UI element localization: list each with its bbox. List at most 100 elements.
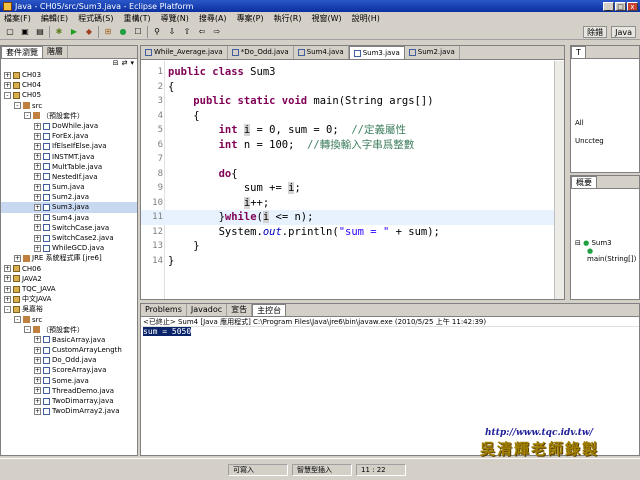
console-tab[interactable]: 宣告 — [227, 304, 253, 316]
tree-item[interactable]: + Sum4.java — [1, 213, 137, 223]
tab-task-list[interactable]: T — [571, 46, 586, 58]
expand-toggle-icon[interactable]: + — [4, 275, 11, 283]
tree-item[interactable]: + JAVA2 — [1, 274, 137, 284]
expand-toggle-icon[interactable]: + — [4, 295, 11, 303]
code-area[interactable]: 1 public class Sum3 2{3 public static void… — [141, 61, 554, 299]
editor-tab[interactable]: While_Average.java — [141, 46, 228, 59]
expand-toggle-icon[interactable]: + — [34, 336, 41, 344]
expand-toggle-icon[interactable]: + — [34, 387, 41, 395]
tab-hierarchy[interactable]: 階層 — [43, 46, 68, 58]
menu-item-3[interactable]: 重構(T) — [123, 13, 150, 24]
tree-item[interactable]: + ForEx.java — [1, 131, 137, 141]
expand-toggle-icon[interactable]: + — [4, 71, 11, 79]
expand-toggle-icon[interactable]: + — [34, 204, 41, 212]
minimize-button[interactable]: _ — [603, 1, 614, 11]
new-class-icon[interactable]: ● — [117, 26, 129, 38]
expand-toggle-icon[interactable]: - — [4, 305, 11, 313]
menu-item-7[interactable]: 執行(R) — [274, 13, 302, 24]
console-tab[interactable]: Javadoc — [187, 304, 228, 316]
external-tools-icon[interactable]: ◆ — [83, 26, 95, 38]
editor-tab[interactable]: Sum4.java — [294, 46, 349, 59]
tree-item[interactable]: + CH06 — [1, 264, 137, 274]
expand-toggle-icon[interactable]: + — [34, 377, 41, 385]
expand-toggle-icon[interactable]: + — [14, 254, 21, 262]
maximize-button[interactable]: □ — [615, 1, 626, 11]
expand-toggle-icon[interactable]: + — [34, 183, 41, 191]
open-type-icon[interactable]: ☐ — [132, 26, 144, 38]
tree-item[interactable]: + Do_Odd.java — [1, 355, 137, 365]
expand-toggle-icon[interactable]: - — [4, 91, 11, 99]
tree-item[interactable]: + Sum3.java — [1, 202, 137, 213]
outline-method[interactable]: ● main(String[]) — [575, 247, 639, 263]
view-menu-icon[interactable]: ▾ — [130, 59, 134, 69]
tree-item[interactable]: + DoWhile.java — [1, 121, 137, 131]
expand-toggle-icon[interactable]: + — [34, 367, 41, 375]
tree-item[interactable]: - src — [1, 315, 137, 325]
menu-item-2[interactable]: 程式碼(S) — [78, 13, 113, 24]
expand-toggle-icon[interactable]: + — [34, 153, 41, 161]
expand-toggle-icon[interactable]: + — [4, 285, 11, 293]
tab-outline[interactable]: 概要 — [571, 176, 597, 188]
menu-item-8[interactable]: 視窗(W) — [311, 13, 341, 24]
debug-icon[interactable]: ✱ — [53, 26, 65, 38]
filter-all[interactable]: All — [575, 119, 639, 127]
tree-item[interactable]: + CH04 — [1, 80, 137, 90]
expand-toggle-icon[interactable]: + — [34, 214, 41, 222]
tree-item[interactable]: - CH05 — [1, 90, 137, 100]
expand-toggle-icon[interactable]: + — [34, 173, 41, 181]
tree-item[interactable]: - （預設套件） — [1, 325, 137, 335]
expand-toggle-icon[interactable]: + — [4, 81, 11, 89]
close-button[interactable]: x — [627, 1, 638, 11]
menu-item-9[interactable]: 說明(H) — [352, 13, 380, 24]
tree-item[interactable]: + SwitchCase.java — [1, 223, 137, 233]
new-icon[interactable]: ▢ — [4, 26, 16, 38]
expand-toggle-icon[interactable]: - — [24, 112, 31, 120]
tree-item[interactable]: + TwoDimarray.java — [1, 396, 137, 406]
tree-item[interactable]: + CH03 — [1, 70, 137, 80]
tree-item[interactable]: + BasicArray.java — [1, 335, 137, 345]
menu-item-0[interactable]: 檔案(F) — [4, 13, 31, 24]
tree-item[interactable]: + ScoreArray.java — [1, 365, 137, 375]
menu-item-4[interactable]: 導覽(N) — [161, 13, 189, 24]
tree-item[interactable]: - src — [1, 101, 137, 111]
back-icon[interactable]: ⇦ — [196, 26, 208, 38]
expand-toggle-icon[interactable]: - — [14, 102, 21, 110]
expand-toggle-icon[interactable]: + — [34, 224, 41, 232]
editor-tab[interactable]: *Do_Odd.java — [228, 46, 294, 59]
next-annotation-icon[interactable]: ⇩ — [166, 26, 178, 38]
expand-toggle-icon[interactable]: + — [4, 265, 11, 273]
perspective-debug[interactable]: 除錯 — [583, 26, 608, 38]
editor-tab[interactable]: Sum3.java — [348, 46, 405, 59]
print-icon[interactable]: ▤ — [34, 26, 46, 38]
expand-toggle-icon[interactable]: + — [34, 356, 41, 364]
tree-item[interactable]: + TQC_JAVA — [1, 284, 137, 294]
expand-toggle-icon[interactable]: + — [34, 163, 41, 171]
tab-package-explorer[interactable]: 套件瀏覽 — [1, 46, 43, 58]
save-icon[interactable]: ▣ — [19, 26, 31, 38]
menu-item-6[interactable]: 專案(P) — [237, 13, 264, 24]
perspective-java[interactable]: Java — [611, 26, 636, 38]
expand-toggle-icon[interactable]: - — [14, 316, 21, 324]
tree-item[interactable]: + SwitchCase2.java — [1, 233, 137, 243]
expand-toggle-icon[interactable]: + — [34, 397, 41, 405]
tree-item[interactable]: - 吳嘉裕 — [1, 304, 137, 314]
link-editor-icon[interactable]: ⇄ — [122, 59, 128, 69]
console-tab[interactable]: Problems — [141, 304, 187, 316]
tree-item[interactable]: + JRE 系統程式庫 [jre6] — [1, 253, 137, 263]
search-icon[interactable]: ⚲ — [151, 26, 163, 38]
filter-uncategorized[interactable]: Unccteg — [575, 137, 639, 145]
expand-toggle-icon[interactable]: + — [34, 234, 41, 242]
tree-item[interactable]: + CustomArrayLength — [1, 345, 137, 355]
expand-toggle-icon[interactable]: + — [34, 132, 41, 140]
tree-item[interactable]: + Some.java — [1, 376, 137, 386]
console-tab[interactable]: 主控台 — [252, 304, 287, 316]
tree-item[interactable]: + IfElseIfElse.java — [1, 141, 137, 151]
outline-class[interactable]: ⊟ ● Sum3 — [575, 239, 639, 247]
expand-toggle-icon[interactable]: + — [34, 193, 41, 201]
expand-toggle-icon[interactable]: + — [34, 122, 41, 130]
expand-toggle-icon[interactable]: - — [24, 326, 31, 334]
tree-item[interactable]: + Sum2.java — [1, 192, 137, 202]
editor-tab[interactable]: Sum2.java — [405, 46, 460, 59]
tree-item[interactable]: - （預設套件） — [1, 111, 137, 121]
new-package-icon[interactable]: ⊞ — [102, 26, 114, 38]
